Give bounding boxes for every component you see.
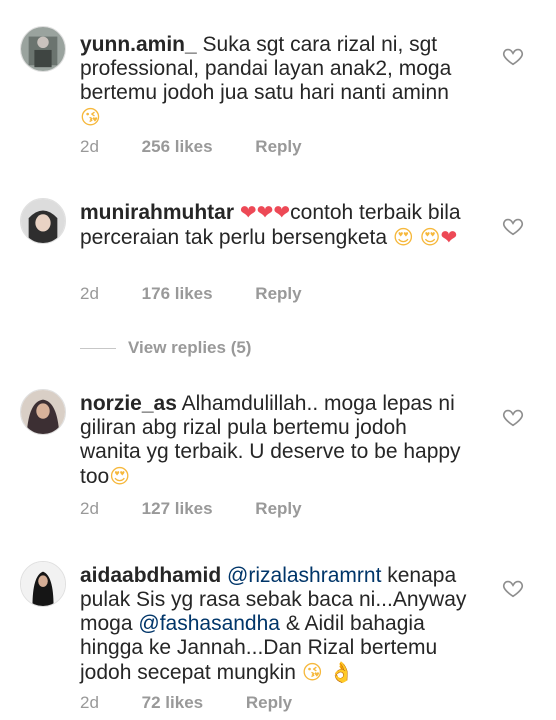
heart-emojis: ❤❤❤ [239, 200, 291, 224]
kiss-ok-emojis: 😘 👌 [301, 660, 354, 684]
heart-eyes-emoji: 😍 [109, 464, 131, 488]
comment-likes[interactable]: 176 likes [142, 284, 213, 303]
comment-time: 2d [80, 499, 99, 518]
comment-username[interactable]: yunn.amin_ [80, 33, 197, 56]
avatar[interactable] [20, 561, 66, 607]
view-replies-button[interactable]: View replies (5) [80, 337, 251, 359]
comment-likes[interactable]: 256 likes [142, 137, 213, 156]
heart-eyes-emoji: 😍 [419, 225, 441, 249]
comment-username[interactable]: munirahmuhtar [80, 201, 234, 224]
avatar[interactable] [20, 26, 66, 72]
comment-time: 2d [80, 284, 99, 303]
comment-meta: 2d 256 likes Reply [80, 137, 340, 157]
comment-time: 2d [80, 137, 99, 156]
comment-likes[interactable]: 127 likes [142, 499, 213, 518]
comment-meta: 2d 176 likes Reply [80, 284, 340, 304]
comment-text: munirahmuhtar ❤❤❤contoh terbaik bila per… [80, 200, 472, 250]
heart-eyes-emoji: 😍 [392, 225, 414, 249]
heart-outline-icon[interactable] [502, 577, 524, 599]
kiss-emoji: 😘 [80, 105, 101, 129]
comment-username[interactable]: aidaabdhamid [80, 564, 221, 587]
reply-button[interactable]: Reply [246, 693, 292, 712]
comment-text: yunn.amin_ Suka sgt cara rizal ni, sgt p… [80, 33, 472, 130]
comment-meta: 2d 72 likes Reply [80, 693, 330, 713]
comment-meta: 2d 127 likes Reply [80, 499, 340, 519]
reply-button[interactable]: Reply [255, 499, 301, 518]
mention-link[interactable]: @rizalashramrnt [227, 564, 381, 587]
reply-button[interactable]: Reply [255, 284, 301, 303]
reply-button[interactable]: Reply [255, 137, 301, 156]
comment-likes[interactable]: 72 likes [142, 693, 203, 712]
comment-username[interactable]: norzie_as [80, 392, 177, 415]
comment-time: 2d [80, 693, 99, 712]
heart-emoji: ❤ [440, 225, 458, 249]
comment-text: aidaabdhamid @rizalashramrnt kenapa pula… [80, 564, 472, 685]
view-replies-label: View replies (5) [128, 338, 252, 357]
heart-outline-icon[interactable] [502, 215, 524, 237]
heart-outline-icon[interactable] [502, 406, 524, 428]
avatar[interactable] [20, 389, 66, 435]
heart-outline-icon[interactable] [502, 45, 524, 67]
replies-divider [80, 347, 116, 349]
avatar[interactable] [20, 198, 66, 244]
comment-text: norzie_as Alhamdulillah.. moga lepas ni … [80, 392, 472, 489]
mention-link[interactable]: @fashasandha [138, 612, 280, 635]
